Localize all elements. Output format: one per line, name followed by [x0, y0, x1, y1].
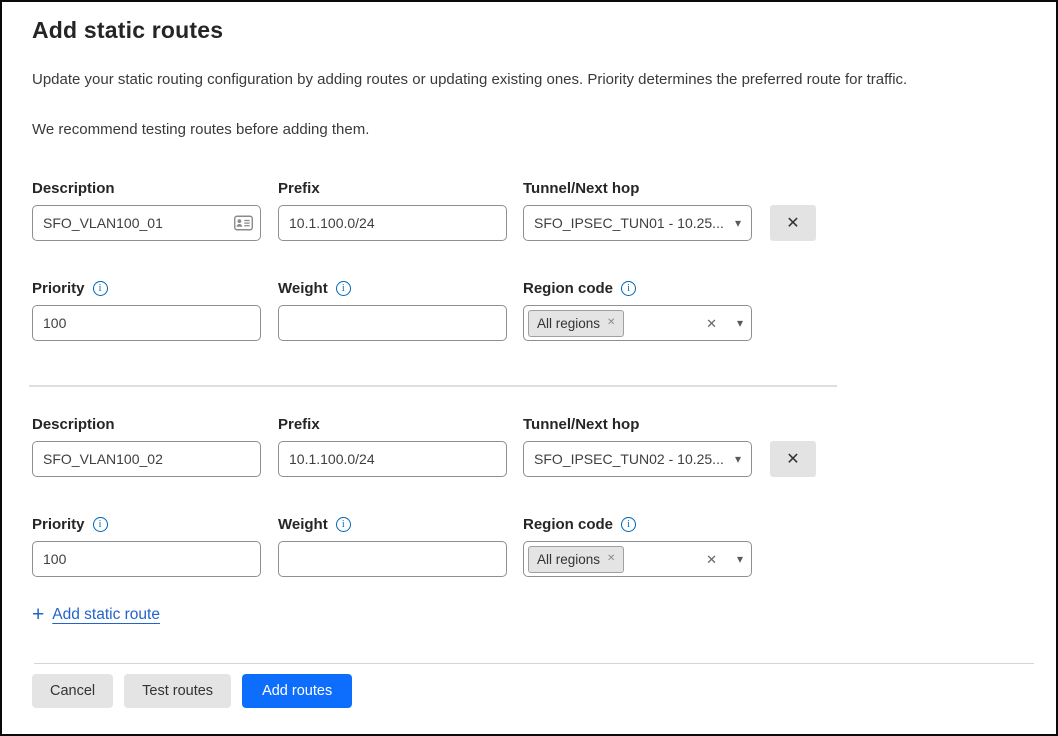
test-routes-button[interactable]: Test routes — [124, 674, 231, 708]
weight-field: Weight i — [278, 279, 507, 341]
clear-selection-icon[interactable]: ✕ — [706, 553, 717, 566]
chevron-down-icon[interactable]: ▾ — [737, 553, 743, 565]
recommendation-text: We recommend testing routes before addin… — [32, 120, 1026, 140]
tunnel-next-hop-select[interactable]: SFO_IPSEC_TUN02 - 10.25... ▾ — [523, 441, 752, 477]
prefix-label: Prefix — [278, 415, 507, 434]
dialog-content: Add static routes Update your static rou… — [2, 2, 1056, 626]
footer-divider — [34, 663, 1034, 664]
cancel-button[interactable]: Cancel — [32, 674, 113, 708]
weight-input[interactable] — [278, 541, 507, 577]
route-section-2: Description Prefix Tunnel/Next hop SFO_I… — [32, 415, 1026, 577]
tunnel-next-hop-select[interactable]: SFO_IPSEC_TUN01 - 10.25... ▾ — [523, 205, 752, 241]
route-2-row-2: Priority i Weight i — [32, 515, 1026, 577]
region-chip[interactable]: All regions ✕ — [528, 310, 624, 337]
description-label: Description — [32, 179, 261, 198]
route-1-row-2: Priority i Weight i — [32, 279, 1026, 341]
region-chip-label: All regions — [537, 552, 600, 567]
tunnel-next-hop-label: Tunnel/Next hop — [523, 415, 752, 434]
region-code-label: Region code i — [523, 515, 752, 534]
info-icon[interactable]: i — [621, 281, 636, 296]
dialog-footer: Cancel Test routes Add routes — [2, 663, 1056, 734]
section-divider — [29, 385, 837, 387]
priority-label-text: Priority — [32, 279, 85, 298]
add-static-route-link[interactable]: + Add static route — [32, 604, 160, 625]
add-static-route-label: Add static route — [52, 606, 160, 624]
chip-remove-icon[interactable]: ✕ — [607, 554, 615, 564]
weight-label-text: Weight — [278, 279, 328, 298]
remove-route-button[interactable]: ✕ — [770, 441, 816, 477]
weight-field: Weight i — [278, 515, 507, 577]
description-label: Description — [32, 415, 261, 434]
prefix-field: Prefix — [278, 179, 507, 241]
priority-field: Priority i — [32, 279, 261, 341]
weight-label: Weight i — [278, 279, 507, 298]
add-routes-button[interactable]: Add routes — [242, 674, 352, 708]
priority-label-text: Priority — [32, 515, 85, 534]
region-code-label-text: Region code — [523, 279, 613, 298]
chevron-down-icon[interactable]: ▾ — [735, 453, 741, 465]
region-chip[interactable]: All regions ✕ — [528, 546, 624, 573]
route-section-1: Description — [32, 179, 1026, 341]
weight-input[interactable] — [278, 305, 507, 341]
contact-card-icon[interactable] — [234, 216, 253, 231]
region-code-select[interactable]: All regions ✕ ✕ ▾ — [523, 305, 752, 341]
priority-field: Priority i — [32, 515, 261, 577]
remove-route-button[interactable]: ✕ — [770, 205, 816, 241]
tunnel-field: Tunnel/Next hop SFO_IPSEC_TUN01 - 10.25.… — [523, 179, 752, 241]
prefix-input[interactable] — [278, 205, 507, 241]
tunnel-selected-value: SFO_IPSEC_TUN02 - 10.25... — [534, 451, 727, 467]
tunnel-field: Tunnel/Next hop SFO_IPSEC_TUN02 - 10.25.… — [523, 415, 752, 477]
prefix-field: Prefix — [278, 415, 507, 477]
description-input[interactable] — [32, 441, 261, 477]
route-1-row-1: Description — [32, 179, 1026, 241]
tunnel-selected-value: SFO_IPSEC_TUN01 - 10.25... — [534, 215, 727, 231]
region-code-label: Region code i — [523, 279, 752, 298]
add-static-routes-dialog: Add static routes Update your static rou… — [0, 0, 1058, 736]
description-input[interactable] — [32, 205, 261, 241]
region-code-field: Region code i All regions ✕ ✕ ▾ — [523, 279, 752, 341]
region-code-label-text: Region code — [523, 515, 613, 534]
region-code-field: Region code i All regions ✕ ✕ ▾ — [523, 515, 752, 577]
region-chip-label: All regions — [537, 316, 600, 331]
chevron-down-icon[interactable]: ▾ — [737, 317, 743, 329]
info-icon[interactable]: i — [336, 517, 351, 532]
region-code-select[interactable]: All regions ✕ ✕ ▾ — [523, 541, 752, 577]
chip-remove-icon[interactable]: ✕ — [607, 318, 615, 328]
priority-label: Priority i — [32, 515, 261, 534]
weight-label-text: Weight — [278, 515, 328, 534]
plus-icon: + — [32, 604, 44, 625]
route-2-row-1: Description Prefix Tunnel/Next hop SFO_I… — [32, 415, 1026, 477]
tunnel-next-hop-label: Tunnel/Next hop — [523, 179, 752, 198]
prefix-input[interactable] — [278, 441, 507, 477]
clear-selection-icon[interactable]: ✕ — [706, 317, 717, 330]
weight-label: Weight i — [278, 515, 507, 534]
info-icon[interactable]: i — [336, 281, 351, 296]
priority-input[interactable] — [32, 541, 261, 577]
info-icon[interactable]: i — [93, 281, 108, 296]
prefix-label: Prefix — [278, 179, 507, 198]
info-icon[interactable]: i — [93, 517, 108, 532]
priority-label: Priority i — [32, 279, 261, 298]
description-field: Description — [32, 415, 261, 477]
priority-input[interactable] — [32, 305, 261, 341]
info-icon[interactable]: i — [621, 517, 636, 532]
intro-text: Update your static routing configuration… — [32, 70, 1026, 90]
page-title: Add static routes — [32, 16, 1026, 44]
description-field: Description — [32, 179, 261, 241]
chevron-down-icon[interactable]: ▾ — [735, 217, 741, 229]
